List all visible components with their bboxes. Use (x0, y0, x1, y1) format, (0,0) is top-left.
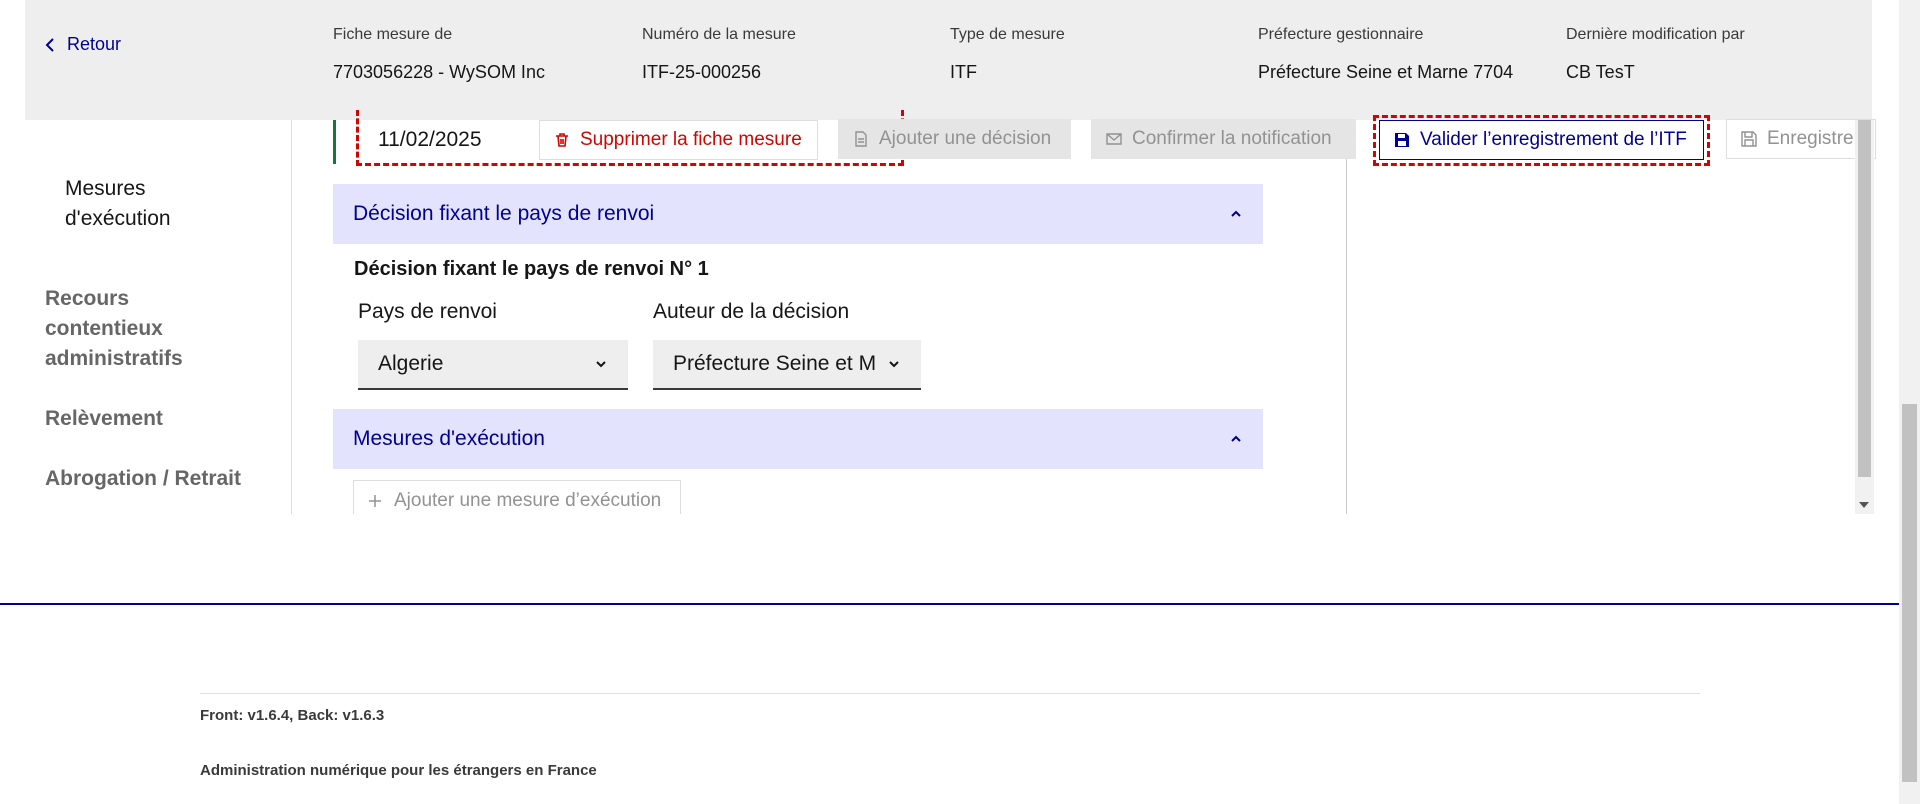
meta-value: ITF-25-000256 (642, 62, 762, 82)
save-label: Enregistrer (1767, 128, 1860, 149)
sidebar-nav: Mesures d'exécution Recours contentieux … (0, 120, 292, 514)
accordion-measures[interactable]: Mesures d'exécution (333, 409, 1263, 469)
scrollbar-thumb[interactable] (1902, 404, 1917, 782)
sidebar-item-relevement[interactable]: Relèvement (45, 404, 163, 434)
footer-version: Front: v1.6.4, Back: v1.6.3 (200, 707, 385, 724)
meta-type: Type de mesure ITF (950, 26, 1065, 83)
country-value: Algerie (378, 352, 444, 375)
accordion-title: Mesures d'exécution (353, 427, 545, 450)
add-measure-label: Ajouter une mesure d’exécution (394, 489, 662, 511)
document-icon (855, 131, 867, 147)
validate-label: Valider l’enregistrement de l’ITF (1420, 129, 1687, 150)
delete-label: Supprimer la fiche mesure (580, 129, 802, 150)
header-bar: Retour Fiche mesure de 7703056228 - WySO… (25, 0, 1872, 120)
chevron-up-icon (1231, 435, 1241, 442)
meta-value: ITF (950, 62, 977, 82)
accordion-title: Décision fixant le pays de renvoi (353, 202, 655, 225)
country-label: Pays de renvoi (358, 300, 497, 323)
author-label: Auteur de la décision (653, 300, 850, 323)
confirm-label: Confirmer la notification (1132, 128, 1332, 149)
meta-label: Préfecture gestionnaire (1258, 26, 1424, 43)
meta-last-modified: Dernière modification par CB TesT (1566, 26, 1745, 83)
date-field[interactable]: 11/02/2025 (358, 118, 528, 160)
meta-label: Fiche mesure de (333, 26, 453, 43)
panel-clip (292, 514, 1899, 602)
sidebar-item-recours[interactable]: Recours contentieux administratifs (45, 284, 205, 374)
add-decision-label: Ajouter une décision (879, 128, 1052, 149)
save-icon (1741, 131, 1757, 147)
back-link[interactable]: Retour (43, 34, 121, 55)
delete-measure-button[interactable]: Supprimer la fiche mesure (539, 120, 818, 160)
panel-divider (1346, 120, 1347, 514)
trash-icon (556, 133, 568, 147)
mail-icon (1106, 133, 1122, 145)
meta-label: Dernière modification par (1566, 26, 1745, 43)
meta-value: 7703056228 - WySOM Inc (333, 62, 545, 82)
country-select[interactable]: Algerie (358, 340, 628, 390)
validate-itf-button[interactable]: Valider l’enregistrement de l’ITF (1379, 120, 1704, 160)
chevron-down-icon (596, 361, 606, 368)
chevron-left-icon (45, 37, 54, 52)
status-indicator (333, 120, 336, 164)
back-label: Retour (67, 34, 122, 54)
decision-subtitle: Décision fixant le pays de renvoi N° 1 (354, 258, 709, 280)
accordion-decision[interactable]: Décision fixant le pays de renvoi (333, 184, 1263, 244)
footer-admin-text: Administration numérique pour les étrang… (200, 762, 597, 779)
footer-separator (200, 693, 1700, 694)
page-scrollbar[interactable] (1899, 0, 1920, 804)
meta-value: Préfecture Seine et Marne 7704 (1258, 62, 1514, 82)
add-decision-button[interactable]: Ajouter une décision (838, 119, 1071, 159)
scroll-down-icon[interactable] (1859, 502, 1869, 508)
confirm-notification-button[interactable]: Confirmer la notification (1091, 119, 1356, 159)
chevron-up-icon (1231, 210, 1241, 217)
author-value: Préfecture Seine et M (673, 352, 877, 375)
save-button[interactable]: Enregistrer (1726, 119, 1876, 159)
sidebar-item-mesures-execution[interactable]: Mesures d'exécution (65, 174, 235, 234)
save-icon (1395, 133, 1409, 147)
meta-value: CB TesT (1566, 62, 1635, 82)
meta-fiche: Fiche mesure de 7703056228 - WySOM Inc (333, 26, 545, 83)
sidebar-item-abrogation[interactable]: Abrogation / Retrait (45, 464, 241, 494)
scrollbar-thumb[interactable] (1858, 120, 1871, 477)
footer-top-border (0, 603, 1899, 605)
meta-numero: Numéro de la mesure ITF-25-000256 (642, 26, 796, 83)
meta-prefecture: Préfecture gestionnaire Préfecture Seine… (1258, 26, 1513, 83)
chevron-down-icon (889, 361, 899, 368)
meta-label: Numéro de la mesure (642, 26, 796, 43)
meta-label: Type de mesure (950, 26, 1065, 43)
author-select[interactable]: Préfecture Seine et M (653, 340, 921, 390)
plus-icon (369, 494, 381, 507)
panel-scrollbar[interactable] (1855, 120, 1874, 514)
